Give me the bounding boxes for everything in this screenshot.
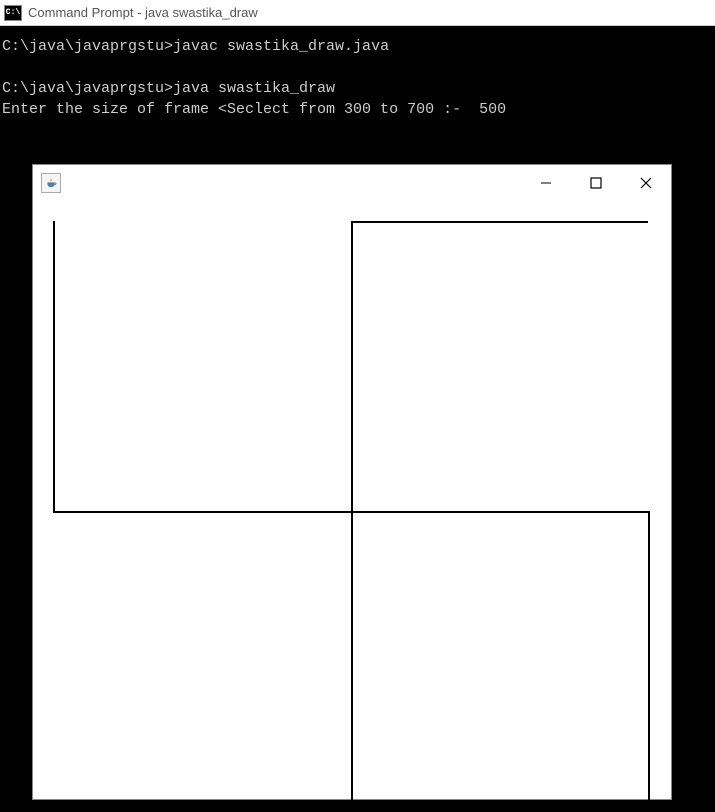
minimize-button[interactable]: [521, 165, 571, 201]
java-drawing-canvas: [33, 201, 671, 799]
terminal-blank-1: [0, 57, 715, 78]
java-cup-icon: [41, 173, 61, 193]
cmd-window-title: Command Prompt - java swastika_draw: [28, 5, 258, 20]
terminal-line-1: C:\java\javaprgstu>javac swastika_draw.j…: [0, 36, 715, 57]
cmd-prompt-icon: C:\: [4, 5, 22, 21]
drawn-line: [53, 511, 648, 513]
terminal-output[interactable]: C:\java\javaprgstu>javac swastika_draw.j…: [0, 26, 715, 120]
drawn-line: [53, 801, 351, 803]
maximize-button[interactable]: [571, 165, 621, 201]
terminal-line-2: C:\java\javaprgstu>java swastika_draw: [0, 78, 715, 99]
java-titlebar[interactable]: [33, 165, 671, 201]
terminal-line-3: Enter the size of frame <Seclect from 30…: [0, 99, 715, 120]
drawn-line: [351, 221, 648, 223]
cmd-titlebar: C:\ Command Prompt - java swastika_draw: [0, 0, 715, 26]
drawn-line: [53, 221, 55, 511]
java-applet-window: [32, 164, 672, 800]
window-controls: [521, 165, 671, 201]
cmd-icon-label: C:\: [6, 9, 20, 17]
drawn-line: [648, 511, 650, 801]
close-button[interactable]: [621, 165, 671, 201]
